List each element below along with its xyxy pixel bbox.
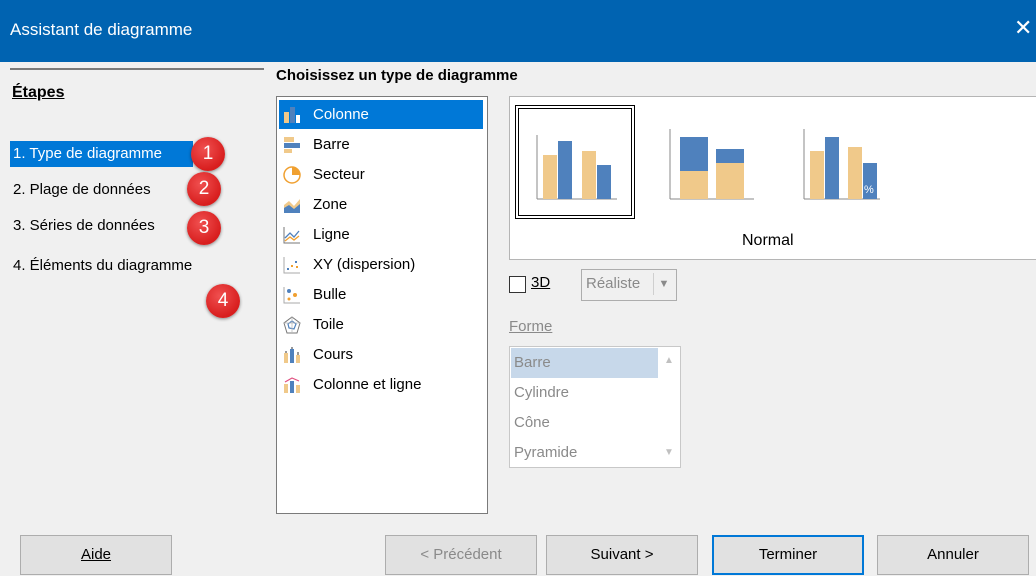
step-badge-3: 3 — [187, 211, 221, 245]
3d-label-text: 3D — [531, 274, 551, 291]
chart-type-item-column[interactable]: Colonne — [279, 100, 483, 129]
area-chart-icon — [284, 199, 300, 213]
subtype-percent-thumbnail[interactable]: % — [780, 105, 900, 219]
chart-type-item-bar[interactable]: Barre — [279, 130, 483, 159]
close-icon[interactable]: ✕ — [1014, 14, 1036, 42]
chart-type-heading: Choisissez un type de diagramme — [276, 67, 518, 84]
title-bar: Assistant de diagramme ✕ — [0, 0, 1036, 62]
chevron-down-icon[interactable]: ▼ — [653, 273, 674, 295]
shading-select[interactable]: Réaliste ▼ — [581, 269, 677, 301]
stacked-column-icon — [669, 129, 754, 200]
chart-type-item-net[interactable]: Toile — [279, 310, 483, 339]
cancel-button[interactable]: Annuler — [877, 535, 1029, 575]
chart-type-item-line[interactable]: Ligne — [279, 220, 483, 249]
cancel-button-label: Annuler — [927, 546, 979, 563]
shape-list[interactable]: Barre Cylindre Cône Pyramide ▲ ▼ — [509, 346, 681, 468]
chart-type-label: Colonne et ligne — [313, 376, 422, 393]
steps-heading: Étapes — [12, 84, 65, 101]
back-button-label: < Précédent — [420, 546, 502, 563]
chart-type-label: Barre — [313, 136, 350, 153]
pie-chart-icon — [283, 166, 301, 184]
shading-value: Réaliste — [586, 275, 641, 292]
column-chart-icon — [284, 107, 300, 123]
chart-type-label: Bulle — [313, 286, 347, 303]
chart-type-item-stock[interactable]: Cours — [279, 340, 483, 369]
bar-chart-icon — [284, 137, 300, 153]
percent-stacked-column-icon: % — [803, 129, 880, 200]
chart-type-list[interactable]: Colonne Barre Secteur Zone Ligne XY (dis… — [276, 96, 488, 514]
step-badge-1: 1 — [191, 137, 225, 171]
step-data-range[interactable]: 2. Plage de données — [10, 177, 151, 203]
chart-type-label: Ligne — [313, 226, 350, 243]
net-chart-icon — [283, 316, 301, 334]
step-badge-2: 2 — [187, 172, 221, 206]
chart-type-item-bubble[interactable]: Bulle — [279, 280, 483, 309]
chart-type-item-area[interactable]: Zone — [279, 190, 483, 219]
normal-column-icon — [536, 135, 617, 200]
step-chart-type[interactable]: 1. Type de diagramme — [10, 141, 193, 167]
chart-type-label: Cours — [313, 346, 354, 363]
shape-label: Forme — [509, 318, 552, 335]
step-data-series[interactable]: 3. Séries de données — [10, 213, 155, 239]
help-button[interactable]: Aide — [20, 535, 172, 575]
shape-list-scrollbar[interactable]: ▲ ▼ — [658, 347, 680, 467]
chart-type-label: XY (dispersion) — [313, 256, 416, 273]
next-button-label: Suivant > — [590, 546, 654, 563]
next-button[interactable]: Suivant > — [546, 535, 698, 575]
chart-subtype-panel: % Normal — [509, 96, 1036, 260]
window-title: Assistant de diagramme — [10, 20, 193, 39]
step-chart-elements[interactable]: 4. Éléments du diagramme — [10, 253, 192, 279]
chart-type-label: Zone — [313, 196, 348, 213]
subtype-stacked-thumbnail[interactable] — [650, 105, 770, 219]
percent-glyph: % — [864, 184, 874, 196]
3d-label: 3D — [531, 274, 550, 291]
step-badge-4: 4 — [206, 284, 240, 318]
finish-button-label: Terminer — [758, 546, 818, 563]
3d-checkbox[interactable] — [509, 276, 526, 293]
finish-button[interactable]: Terminer — [712, 535, 864, 575]
steps-divider — [10, 68, 264, 70]
shape-item-cylinder[interactable]: Cylindre — [511, 378, 660, 408]
line-chart-icon — [283, 227, 300, 244]
scroll-up-icon[interactable]: ▲ — [664, 355, 674, 366]
subtype-normal-thumbnail[interactable] — [515, 105, 635, 219]
shape-item-pyramid[interactable]: Pyramide — [511, 438, 660, 468]
column-line-chart-icon — [284, 377, 300, 393]
chart-type-label: Toile — [313, 316, 344, 333]
chart-type-label: Secteur — [313, 166, 365, 183]
scatter-chart-icon — [283, 257, 300, 274]
help-button-label: Aide — [80, 546, 112, 563]
shape-item-cone[interactable]: Cône — [511, 408, 660, 438]
chart-type-item-column-line[interactable]: Colonne et ligne — [279, 370, 483, 399]
chart-type-item-scatter[interactable]: XY (dispersion) — [279, 250, 483, 279]
bubble-chart-icon — [283, 287, 300, 304]
shape-item-bar[interactable]: Barre — [511, 348, 660, 378]
chart-type-item-pie[interactable]: Secteur — [279, 160, 483, 189]
subtype-name-label: Normal — [742, 232, 794, 249]
stock-chart-icon — [284, 347, 300, 363]
shape-label-text: Forme — [509, 318, 553, 335]
chart-type-label: Colonne — [313, 106, 369, 123]
back-button[interactable]: < Précédent — [385, 535, 537, 575]
scroll-down-icon[interactable]: ▼ — [664, 447, 674, 458]
